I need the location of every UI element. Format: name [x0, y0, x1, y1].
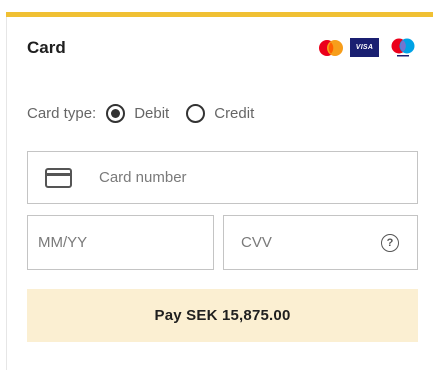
card-type-row: Card type: Debit Credit [27, 102, 254, 124]
help-icon[interactable]: ? [381, 233, 399, 252]
radio-credit[interactable]: Credit [186, 103, 255, 123]
cvv-placeholder: CVV [241, 234, 272, 251]
expiry-field[interactable]: MM/YY [27, 215, 214, 270]
card-number-placeholder: Card number [99, 169, 187, 186]
card-number-field[interactable]: Card number [27, 151, 418, 204]
accent-bar [6, 12, 433, 17]
panel-border [6, 17, 7, 370]
radio-selected-icon[interactable] [106, 103, 126, 123]
radio-debit[interactable]: Debit [106, 103, 170, 123]
visa-icon: VISA [350, 38, 379, 57]
mastercard-icon [319, 40, 343, 56]
cvv-field[interactable]: CVV ? [223, 215, 418, 270]
pay-button[interactable]: Pay SEK 15,875.00 [27, 289, 418, 342]
card-type-label: Card type: [27, 104, 97, 122]
expiry-placeholder: MM/YY [38, 234, 88, 251]
card-section-title: Card [27, 38, 66, 57]
radio-credit-label: Credit [214, 104, 255, 122]
credit-card-icon [45, 167, 72, 188]
radio-unselected-icon[interactable] [186, 103, 206, 123]
maestro-icon [391, 38, 415, 57]
radio-debit-label: Debit [134, 104, 170, 122]
